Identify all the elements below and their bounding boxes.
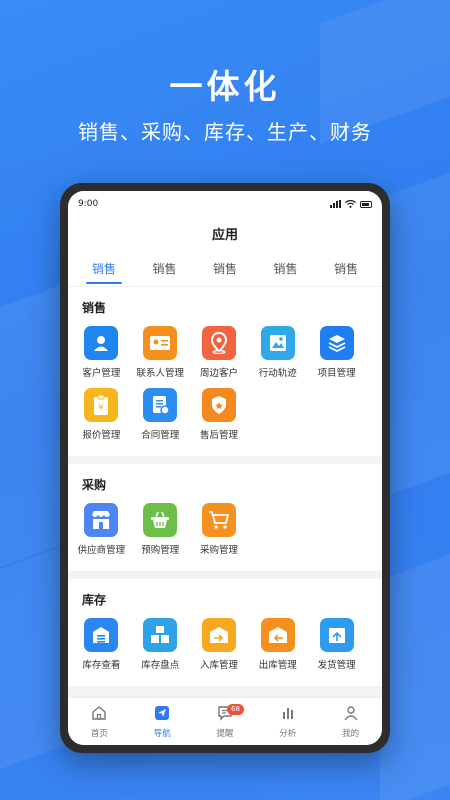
app-shortcut-label: 周边客户 [199,368,238,379]
app-shortcut-label: 库存查看 [82,660,121,671]
app-shortcut-label: 售后管理 [199,430,238,441]
app-shortcut[interactable]: 客户管理 [72,326,131,379]
cart-icon [201,503,236,537]
app-shortcut[interactable]: 出库管理 [248,618,307,671]
app-shortcut-label: 发货管理 [317,660,356,671]
status-time: 9:00 [78,199,99,209]
tab-0[interactable]: 销售 [78,255,130,286]
category-tabs: 销售 销售 销售 销售 销售 [68,255,382,287]
tabbar-label: 提醒 [216,728,234,739]
layers-icon [319,326,354,360]
app-shortcut[interactable]: 联系人管理 [131,326,190,379]
app-shortcut-label: 合同管理 [141,430,180,441]
app-shortcut[interactable]: 行动轨迹 [248,326,307,379]
store-icon [84,503,119,537]
boxes-icon [143,618,178,652]
app-grid: 库存查看 库存盘点 入库管理 出库管理 发货管理 [68,618,382,680]
app-section: 销售客户管理 联系人管理 周边客户 行动轨迹 项目管理 ¥ 报价管理 合同管理 售后管理 [68,287,382,456]
app-section: 采购供应商管理 预购管理 采购管理 [68,464,382,571]
hero-subtitle: 销售、采购、库存、生产、财务 [78,120,372,144]
app-section: 库存库存查看 库存盘点 入库管理 出库管理 发货管理 [68,579,382,686]
app-shortcut-label: 客户管理 [82,368,121,379]
app-shortcut[interactable]: 供应商管理 [72,503,131,556]
tabbar-item-1[interactable]: 导航 [131,698,194,745]
tabbar-item-3[interactable]: 分析 [256,698,319,745]
app-shortcut[interactable]: 入库管理 [190,618,249,671]
notification-badge: 68 [226,704,244,715]
app-shortcut-label: 采购管理 [199,545,238,556]
app-shortcut-label: 项目管理 [317,368,356,379]
app-shortcut-label: 预购管理 [141,545,180,556]
app-title: 应用 [68,217,382,255]
app-grid: 供应商管理 预购管理 采购管理 [68,503,382,565]
tabbar-item-0[interactable]: 首页 [68,698,131,745]
app-shortcut[interactable]: 售后管理 [190,388,249,441]
bottom-tabbar: 首页 导航 提醒 68 分析 我的 [68,697,382,745]
app-shortcut[interactable]: 库存盘点 [131,618,190,671]
app-shortcut[interactable]: 发货管理 [307,618,366,671]
tab-2[interactable]: 销售 [199,255,251,286]
app-grid: 客户管理 联系人管理 周边客户 行动轨迹 项目管理 ¥ 报价管理 合同管理 售后管理 [68,326,382,450]
hero-title: 一体化 [169,67,281,106]
section-title: 采购 [82,478,107,492]
map-icon [260,326,295,360]
quote-clipboard-icon: ¥ [84,388,119,422]
home-icon [91,705,107,727]
signal-icon [330,200,341,208]
basket-icon [143,503,178,537]
tabbar-item-4[interactable]: 我的 [319,698,382,745]
contact-card-icon [143,326,178,360]
tab-3[interactable]: 销售 [260,255,312,286]
contract-icon [143,388,178,422]
outbound-icon [260,618,295,652]
svg-text:¥: ¥ [99,403,105,413]
app-shortcut-label: 联系人管理 [136,368,184,379]
tab-4[interactable]: 销售 [320,255,372,286]
tabbar-label: 分析 [279,728,297,739]
tabbar-item-2[interactable]: 提醒 68 [194,698,257,745]
app-shortcut[interactable]: 项目管理 [307,326,366,379]
person-icon [84,326,119,360]
app-shortcut[interactable]: 合同管理 [131,388,190,441]
app-shortcut-label: 入库管理 [199,660,238,671]
app-shortcut-label: 库存盘点 [141,660,180,671]
app-grid-content[interactable]: 销售客户管理 联系人管理 周边客户 行动轨迹 项目管理 ¥ 报价管理 合同管理 售后管理采购供应… [68,287,382,707]
location-pin-icon [201,326,236,360]
inbound-icon [201,618,236,652]
navigation-icon [154,705,170,727]
bar-chart-icon [280,705,296,727]
app-shortcut-label: 供应商管理 [77,545,126,556]
status-bar: 9:00 [68,191,382,217]
shield-icon [201,388,236,422]
warehouse-icon [84,618,119,652]
tab-1[interactable]: 销售 [139,255,191,286]
wifi-icon [345,199,356,208]
app-shortcut[interactable]: ¥ 报价管理 [72,388,131,441]
user-icon [343,705,359,727]
section-title: 库存 [82,593,107,607]
tabbar-label: 我的 [342,728,360,739]
tabbar-label: 首页 [90,728,108,739]
tabbar-label: 导航 [153,728,171,739]
phone-screen: 9:00 应用 销售 销售 销售 销售 销售 销售 客户管理 联系人管理 周边客户 行动轨迹 项目… [68,191,382,745]
app-shortcut-label: 行动轨迹 [258,368,297,379]
section-title: 销售 [82,301,107,315]
app-shortcut[interactable]: 周边客户 [190,326,249,379]
shipping-icon [319,618,354,652]
battery-icon [360,200,372,208]
app-shortcut[interactable]: 预购管理 [131,503,190,556]
app-shortcut[interactable]: 库存查看 [72,618,131,671]
app-shortcut-label: 出库管理 [258,660,297,671]
phone-frame: 9:00 应用 销售 销售 销售 销售 销售 销售 客户管理 联系人管理 周边客户 行动轨迹 项目… [60,183,390,753]
app-shortcut-label: 报价管理 [82,430,121,441]
app-shortcut[interactable]: 采购管理 [190,503,249,556]
